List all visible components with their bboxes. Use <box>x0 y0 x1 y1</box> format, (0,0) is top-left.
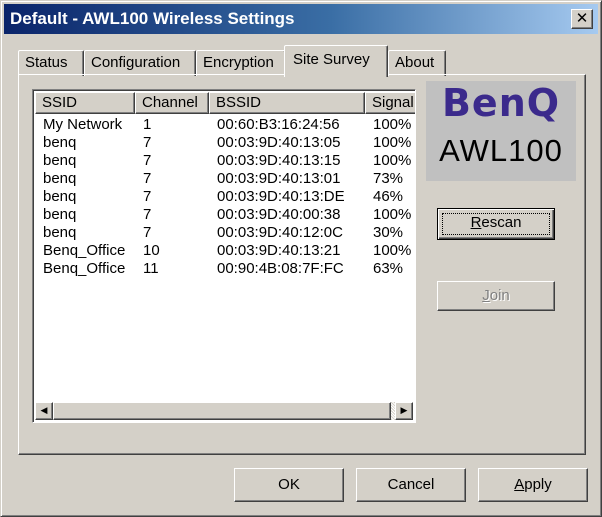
cell-signal: 46% <box>373 188 404 205</box>
cell-channel: 7 <box>143 152 152 169</box>
cell-bssid: 00:03:9D:40:13:05 <box>217 134 341 151</box>
cell-ssid: benq <box>43 188 77 205</box>
table-row[interactable]: benq 7 00:03:9D:40:13:DE 46% <box>35 188 415 206</box>
cell-bssid: 00:03:9D:40:12:0C <box>217 224 343 241</box>
cell-ssid: benq <box>43 152 77 169</box>
table-row[interactable]: benq 7 00:03:9D:40:13:05 100% <box>35 134 415 152</box>
brand-logo-text: BenQ <box>441 81 561 125</box>
apply-button[interactable]: Apply <box>478 468 588 502</box>
settings-window: Default - AWL100 Wireless Settings ✕ Sta… <box>0 0 602 517</box>
cell-bssid: 00:03:9D:40:00:38 <box>217 206 341 223</box>
cell-channel: 7 <box>143 170 152 187</box>
cell-channel: 7 <box>143 134 152 151</box>
cell-ssid: benq <box>43 170 77 187</box>
cell-channel: 1 <box>143 116 152 133</box>
cell-signal: 100% <box>373 134 412 151</box>
cell-channel: 11 <box>143 260 159 277</box>
scroll-right-button[interactable]: ▶ <box>395 402 413 420</box>
join-button[interactable]: Join <box>437 281 555 311</box>
cell-channel: 7 <box>143 206 152 223</box>
rescan-label: Rescan <box>470 214 522 231</box>
apply-label: Apply <box>514 476 552 493</box>
ok-button[interactable]: OK <box>234 468 344 502</box>
scroll-left-button[interactable]: ◀ <box>35 402 53 420</box>
cell-signal: 63% <box>373 260 404 277</box>
title-bar[interactable]: Default - AWL100 Wireless Settings ✕ <box>4 4 598 34</box>
cell-bssid: 00:90:4B:08:7F:FC <box>217 260 344 277</box>
tab-configuration[interactable]: Configuration <box>84 50 196 76</box>
cell-bssid: 00:03:9D:40:13:21 <box>217 242 341 259</box>
horizontal-scrollbar[interactable]: ◀ ▶ <box>35 402 413 420</box>
cell-ssid: benq <box>43 134 77 151</box>
column-channel[interactable]: Channel <box>135 92 209 114</box>
cell-signal: 100% <box>373 152 412 169</box>
cell-ssid: benq <box>43 206 77 223</box>
close-icon: ✕ <box>575 10 589 27</box>
ok-label: OK <box>278 476 300 493</box>
cell-signal: 100% <box>373 116 412 133</box>
cell-ssid: Benq_Office <box>43 242 126 259</box>
cell-signal: 73% <box>373 170 404 187</box>
benq-logo: BenQ AWL100 <box>426 81 576 181</box>
cell-channel: 7 <box>143 224 152 241</box>
scroll-thumb[interactable] <box>53 402 391 420</box>
cell-signal: 30% <box>373 224 404 241</box>
cell-channel: 10 <box>143 242 160 259</box>
list-header: SSID Channel BSSID Signal <box>35 92 415 114</box>
cell-ssid: My Network <box>43 116 123 133</box>
column-ssid[interactable]: SSID <box>35 92 135 114</box>
cell-ssid: benq <box>43 224 77 241</box>
cancel-label: Cancel <box>387 476 435 493</box>
column-signal[interactable]: Signal <box>365 92 415 114</box>
close-button[interactable]: ✕ <box>571 9 593 29</box>
tab-encryption[interactable]: Encryption <box>196 50 286 76</box>
cell-bssid: 00:03:9D:40:13:15 <box>217 152 341 169</box>
tab-status[interactable]: Status <box>18 50 84 76</box>
site-survey-list[interactable]: SSID Channel BSSID Signal My Network 1 00:… <box>32 89 416 423</box>
column-bssid[interactable]: BSSID <box>209 92 365 114</box>
table-row[interactable]: benq 7 00:03:9D:40:13:01 73% <box>35 170 415 188</box>
cancel-button[interactable]: Cancel <box>356 468 466 502</box>
table-row[interactable]: benq 7 00:03:9D:40:00:38 100% <box>35 206 415 224</box>
table-row[interactable]: Benq_Office 10 00:03:9D:40:13:21 100% <box>35 242 415 260</box>
cell-bssid: 00:03:9D:40:13:01 <box>217 170 341 187</box>
window-title: Default - AWL100 Wireless Settings <box>10 9 295 28</box>
rescan-button[interactable]: Rescan <box>437 208 555 240</box>
cell-ssid: Benq_Office <box>43 260 126 277</box>
tab-site-survey[interactable]: Site Survey <box>284 45 388 77</box>
model-name: AWL100 <box>439 133 563 168</box>
cell-signal: 100% <box>373 206 412 223</box>
table-row[interactable]: benq 7 00:03:9D:40:12:0C 30% <box>35 224 415 242</box>
arrow-right-icon: ▶ <box>400 405 408 415</box>
cell-bssid: 00:03:9D:40:13:DE <box>217 188 345 205</box>
tab-about[interactable]: About <box>388 50 446 76</box>
table-row[interactable]: My Network 1 00:60:B3:16:24:56 100% <box>35 116 415 134</box>
table-row[interactable]: Benq_Office 11 00:90:4B:08:7F:FC 63% <box>35 260 415 278</box>
arrow-left-icon: ◀ <box>40 405 48 415</box>
cell-signal: 100% <box>373 242 412 259</box>
cell-bssid: 00:60:B3:16:24:56 <box>217 116 340 133</box>
join-label: Join <box>482 287 510 304</box>
table-row[interactable]: benq 7 00:03:9D:40:13:15 100% <box>35 152 415 170</box>
cell-channel: 7 <box>143 188 152 205</box>
